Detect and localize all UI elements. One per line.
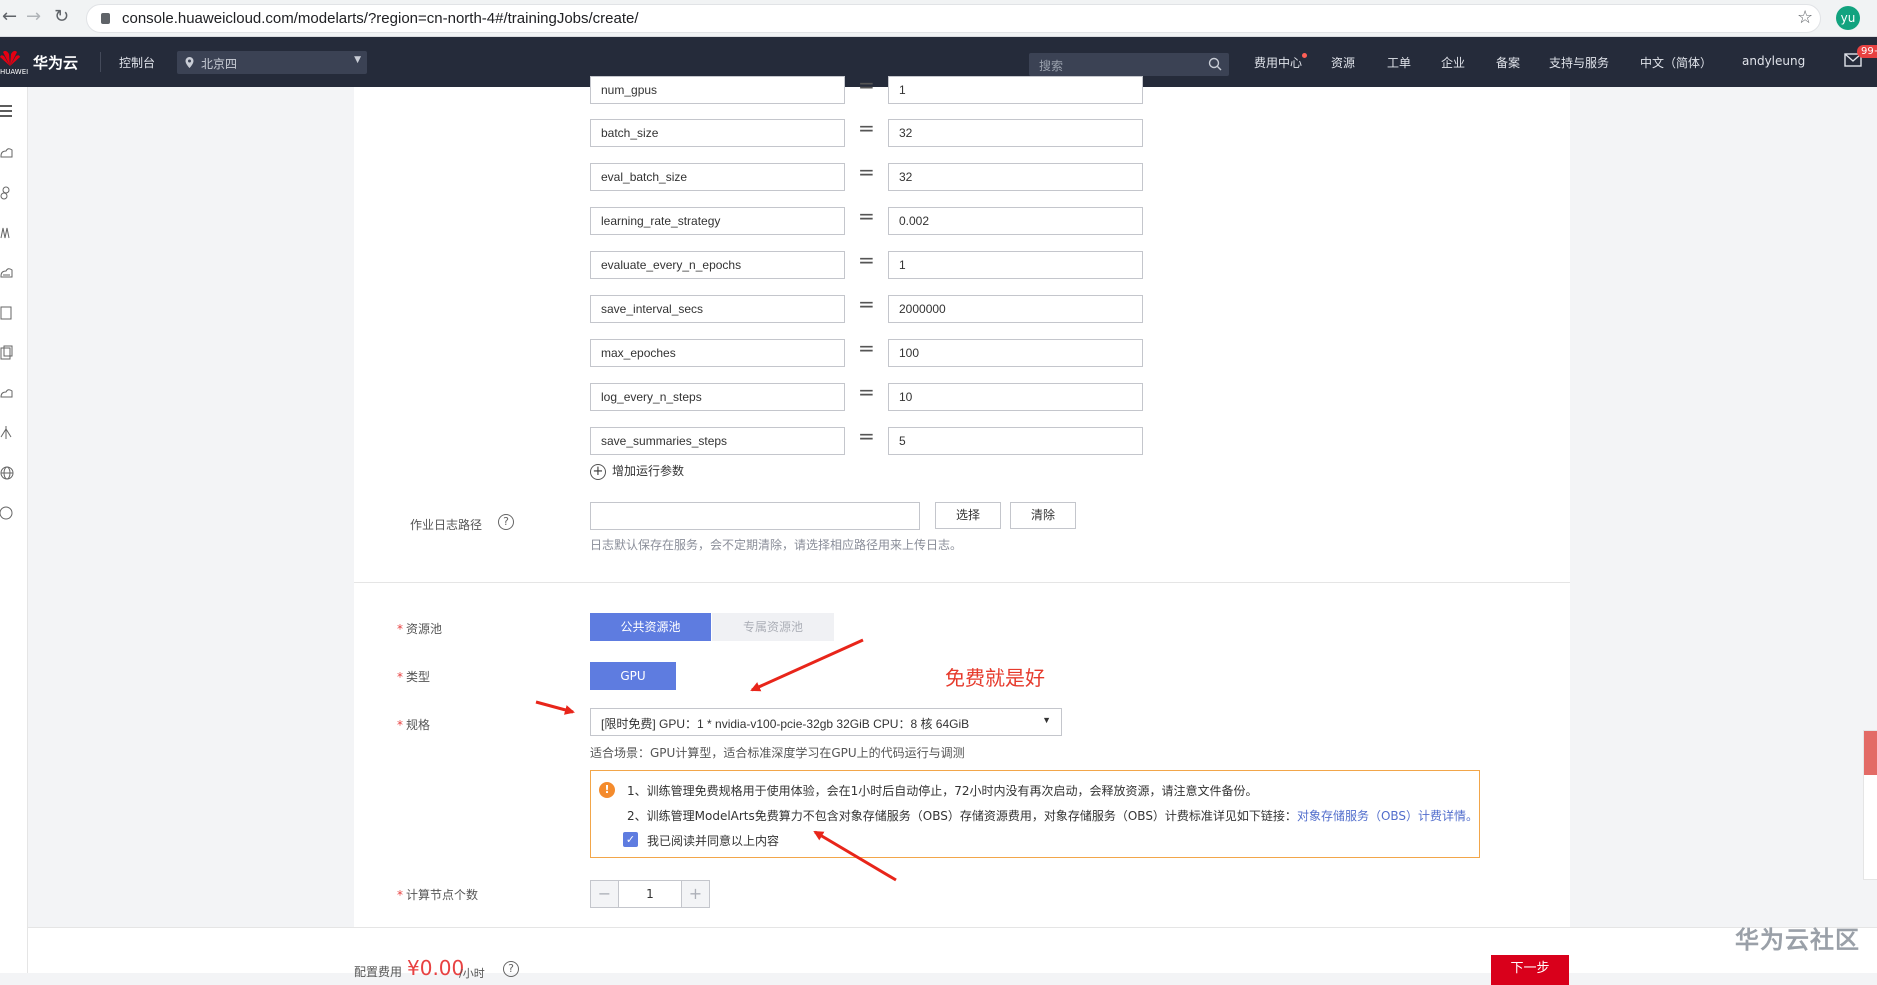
watermark: 华为云社区 bbox=[1735, 926, 1860, 954]
cost-label: 配置费用 bbox=[354, 965, 403, 979]
annotation-arrows bbox=[535, 638, 897, 882]
cost-value: ¥0.00 bbox=[407, 956, 465, 980]
floating-toolbar[interactable] bbox=[1863, 730, 1877, 880]
footer-bar bbox=[28, 927, 1877, 973]
next-step-button[interactable]: 下一步 bbox=[1491, 955, 1569, 985]
floating-feedback-button[interactable] bbox=[1864, 731, 1877, 775]
arrow-to-gpu bbox=[750, 638, 864, 692]
help-icon[interactable]: ? bbox=[503, 961, 519, 977]
cost-unit: /小时 bbox=[459, 967, 485, 980]
arrow-to-spec bbox=[535, 700, 575, 715]
arrow-to-agree bbox=[813, 830, 897, 882]
